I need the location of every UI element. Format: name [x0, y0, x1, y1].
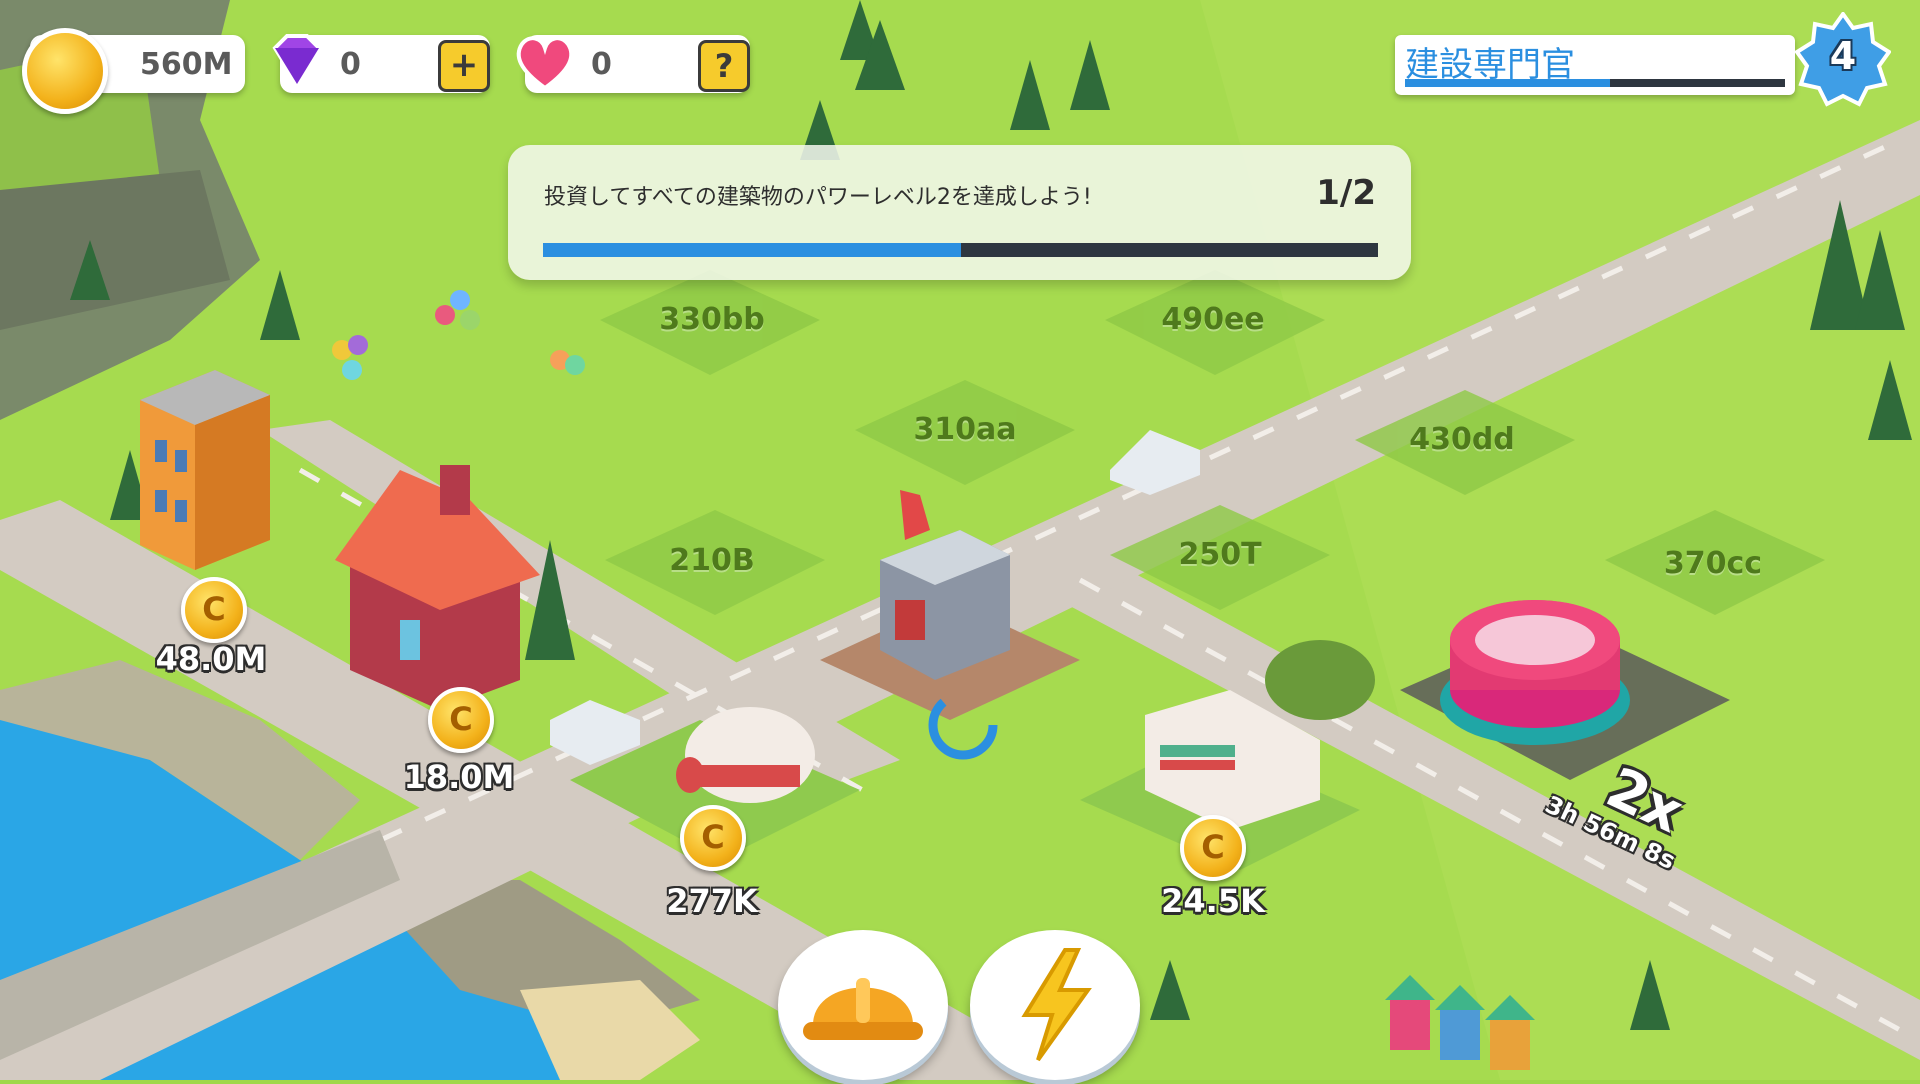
- earning-red-house: 18.0M: [403, 758, 515, 796]
- plus-icon: +: [449, 45, 479, 85]
- collect-coin-red-house[interactable]: C: [428, 687, 494, 753]
- build-button[interactable]: [778, 930, 948, 1080]
- earning-rv: 24.5K: [1161, 882, 1265, 920]
- coin-letter: C: [202, 590, 226, 628]
- plot-label-310aa[interactable]: 310aa: [913, 412, 1016, 447]
- heart-icon: [510, 26, 580, 96]
- coin-letter: C: [449, 700, 473, 738]
- boost-button[interactable]: [970, 930, 1140, 1080]
- plot-label-490ee[interactable]: 490ee: [1161, 302, 1264, 337]
- plot-label-370cc[interactable]: 370cc: [1664, 546, 1762, 581]
- collect-coin-apartment[interactable]: C: [181, 577, 247, 643]
- plot-label-430dd[interactable]: 430dd: [1409, 422, 1515, 457]
- hardhat-icon: [803, 978, 923, 1040]
- collect-coin-caravan[interactable]: C: [680, 805, 746, 871]
- plot-label-330bb[interactable]: 330bb: [659, 302, 765, 337]
- coin-letter: C: [1201, 828, 1225, 866]
- quest-panel[interactable]: 投資してすべての建築物のパワーレベル2を達成しよう! 1/2: [508, 145, 1411, 280]
- coin-letter: C: [701, 818, 725, 856]
- apartment-building[interactable]: [140, 370, 270, 570]
- heart-amount: 0: [591, 47, 612, 82]
- level-progress-track: [1405, 79, 1785, 87]
- gem-icon: [265, 28, 329, 92]
- lightning-icon: [1021, 948, 1092, 1062]
- help-button[interactable]: ?: [698, 40, 750, 92]
- level-badge[interactable]: 4: [1794, 10, 1892, 108]
- level-progress-fill: [1405, 79, 1611, 87]
- quest-count: 1/2: [1316, 173, 1376, 213]
- quest-progress-track: [543, 243, 1378, 257]
- quest-progress-fill: [543, 243, 961, 257]
- coin-icon: [22, 28, 108, 114]
- level-number: 4: [1829, 34, 1857, 78]
- quest-text: 投資してすべての建築物のパワーレベル2を達成しよう!: [544, 185, 1092, 210]
- add-gems-button[interactable]: +: [438, 40, 490, 92]
- level-panel[interactable]: 建設専門官: [1395, 35, 1795, 95]
- gem-amount: 0: [340, 47, 361, 82]
- earning-caravan: 277K: [666, 882, 758, 920]
- earning-apartment: 48.0M: [155, 640, 267, 678]
- collect-coin-rv[interactable]: C: [1180, 815, 1246, 881]
- plot-label-250t[interactable]: 250T: [1178, 537, 1261, 572]
- plot-label-210b[interactable]: 210B: [669, 543, 755, 578]
- coin-amount: 560M: [140, 47, 233, 82]
- question-icon: ?: [714, 47, 734, 85]
